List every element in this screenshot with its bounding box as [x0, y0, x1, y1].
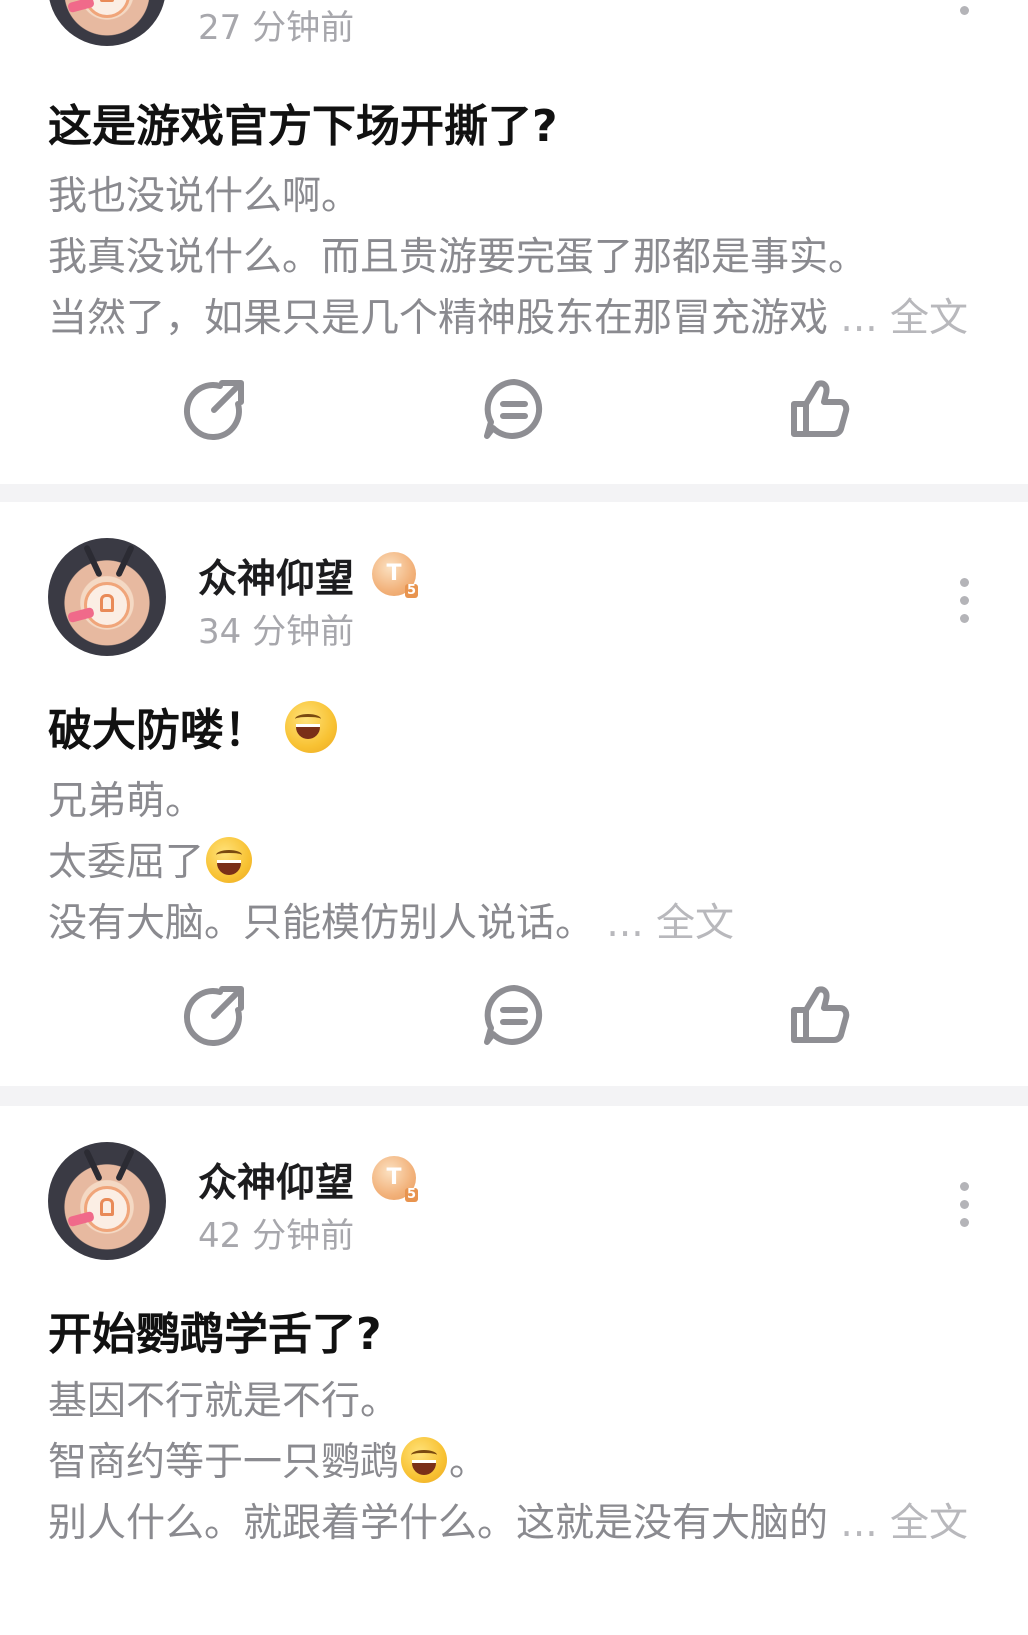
comment-button[interactable]: [479, 980, 549, 1050]
share-icon: [184, 380, 244, 440]
post-body-line: 我真没说什么。而且贵游要完蛋了那都是事实。: [48, 235, 868, 280]
level-badge: T5: [372, 1156, 418, 1202]
avatar[interactable]: [48, 1142, 166, 1260]
more-options-icon[interactable]: [960, 1182, 972, 1236]
share-button[interactable]: [180, 374, 250, 444]
post-body-line: 基因不行就是不行。: [48, 1379, 400, 1424]
thumbs-up-icon: [791, 986, 850, 1043]
post-body-line: 兄弟萌。: [48, 779, 205, 824]
post-body-line: 当然了，如果只是几个精神股东在那冒充游戏 ... 全文: [48, 296, 969, 341]
post-card[interactable]: 众神仰望 T5 42 分钟前 开始鹦鹉学舌了? 基因不行就是不行。 智商约等于一…: [0, 1106, 1028, 1635]
action-bar: [0, 374, 1028, 444]
avatar[interactable]: [48, 538, 166, 656]
like-button[interactable]: [784, 980, 854, 1050]
share-icon: [184, 986, 244, 1046]
post-body-line: 没有大脑。只能模仿别人说话。 ... 全文: [48, 901, 735, 946]
grinning-emoji-icon: [285, 701, 338, 753]
more-options-icon[interactable]: [960, 578, 972, 632]
like-button[interactable]: [784, 374, 854, 444]
post-title[interactable]: 开始鹦鹉学舌了?: [48, 1298, 382, 1362]
post-card[interactable]: 众神仰望 T5 34 分钟前 破大防喽！ 兄弟萌。 太委屈了 没有大脑。只能模仿…: [0, 502, 1028, 1086]
post-body-line: 太委屈了: [48, 831, 254, 887]
post-body-line: 智商约等于一只鹦鹉。: [48, 1431, 488, 1487]
avatar[interactable]: [48, 0, 166, 46]
more-options-icon[interactable]: [960, 0, 972, 24]
post-title[interactable]: 这是游戏官方下场开撕了?: [48, 90, 558, 154]
grinning-emoji-icon: [401, 1437, 448, 1483]
grinning-emoji-icon: [206, 837, 253, 883]
post-card[interactable]: 27 分钟前 这是游戏官方下场开撕了? 我也没说什么啊。 我真没说什么。而且贵游…: [0, 0, 1028, 484]
thumbs-up-icon: [791, 380, 850, 437]
post-body-line: 别人什么。就跟着学什么。这就是没有大脑的 ... 全文: [48, 1501, 969, 1546]
username[interactable]: 众神仰望: [198, 548, 354, 604]
username[interactable]: 众神仰望: [198, 1152, 354, 1208]
timestamp: 34 分钟前: [198, 612, 355, 652]
comment-icon: [484, 985, 543, 1045]
level-badge: T5: [372, 552, 418, 598]
post-title[interactable]: 破大防喽！: [48, 694, 339, 758]
share-button[interactable]: [180, 980, 250, 1050]
full-text-link[interactable]: ... 全文: [840, 1501, 968, 1546]
timestamp: 42 分钟前: [198, 1216, 355, 1256]
full-text-link[interactable]: ... 全文: [606, 901, 734, 946]
full-text-link[interactable]: ... 全文: [840, 296, 968, 341]
timestamp: 27 分钟前: [198, 8, 355, 48]
comment-button[interactable]: [479, 374, 549, 444]
comment-icon: [484, 379, 543, 439]
action-bar: [0, 980, 1028, 1050]
post-body-line: 我也没说什么啊。: [48, 174, 361, 219]
